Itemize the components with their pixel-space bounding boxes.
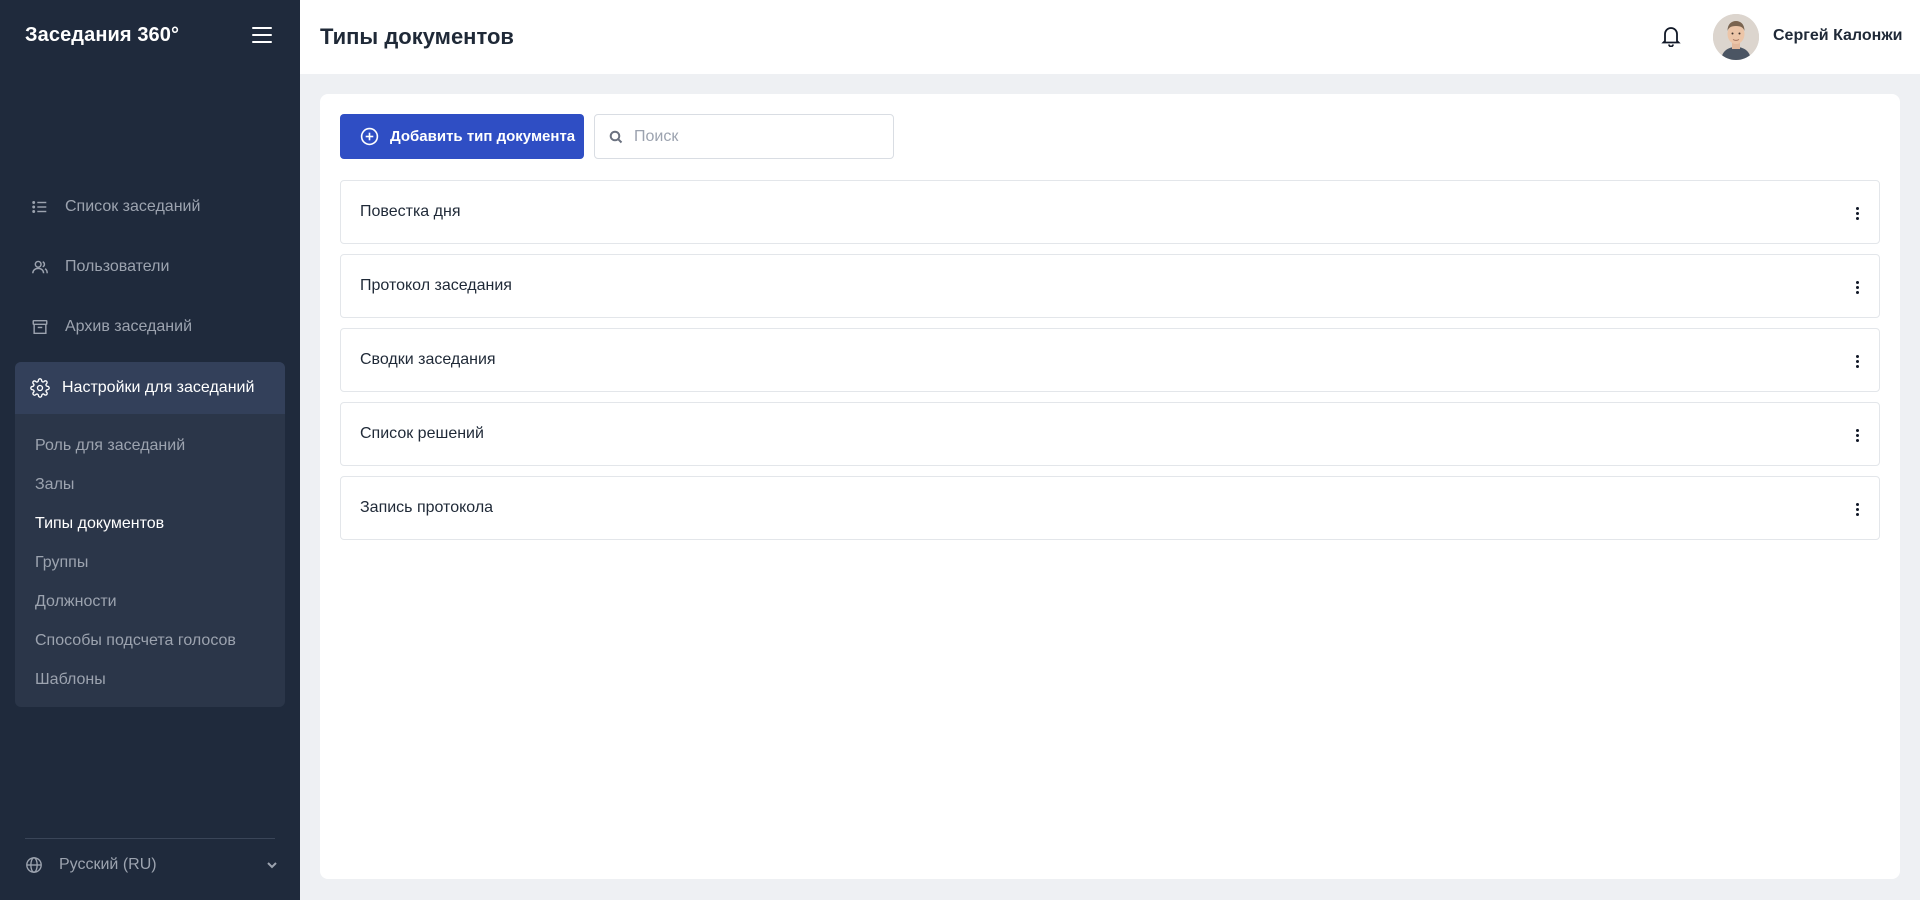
document-type-name: Повестка дня [360, 203, 461, 220]
document-type-name: Протокол заседания [360, 277, 512, 294]
page-title: Типы документов [320, 24, 514, 49]
language-selector[interactable]: Русский (RU) [25, 853, 280, 877]
settings-submenu: Роль для заседаний Залы Типы документов … [15, 426, 285, 699]
more-options-icon[interactable] [1849, 203, 1865, 223]
submenu-item-document-types[interactable]: Типы документов [15, 504, 285, 543]
search-input[interactable] [634, 127, 884, 146]
submenu-item-roles[interactable]: Роль для заседаний [15, 426, 285, 465]
sidebar-item-label: Архив заседаний [65, 318, 192, 335]
gear-icon [30, 378, 50, 398]
app-title: Заседания 360° [25, 24, 180, 46]
list-item[interactable]: Протокол заседания [340, 254, 1880, 318]
more-options-icon[interactable] [1849, 351, 1865, 371]
users-icon [30, 257, 50, 277]
chevron-down-icon [267, 862, 277, 869]
plus-circle-icon [360, 127, 379, 146]
list-item[interactable]: Список решений [340, 402, 1880, 466]
document-type-name: Сводки заседания [360, 351, 496, 368]
sidebar-divider [25, 838, 275, 839]
submenu-item-halls[interactable]: Залы [15, 465, 285, 504]
top-header: Типы документов Сергей Калонжи [300, 0, 1920, 74]
sidebar-item-users[interactable]: Пользователи [15, 242, 285, 292]
more-options-icon[interactable] [1849, 277, 1865, 297]
language-label: Русский (RU) [59, 856, 157, 873]
content-card: Добавить тип документа Повестка дня Прот… [320, 94, 1900, 879]
list-item[interactable]: Сводки заседания [340, 328, 1880, 392]
list-item[interactable]: Запись протокола [340, 476, 1880, 540]
submenu-item-templates[interactable]: Шаблоны [15, 660, 285, 699]
add-button-label: Добавить тип документа [390, 128, 576, 145]
archive-icon [30, 317, 50, 337]
add-document-type-button[interactable]: Добавить тип документа [340, 114, 584, 159]
sidebar-item-meetings[interactable]: Список заседаний [15, 182, 285, 232]
search-box [594, 114, 894, 159]
document-type-name: Список решений [360, 425, 484, 442]
menu-toggle-icon[interactable] [252, 27, 272, 43]
document-types-list: Повестка дня Протокол заседания Сводки з… [340, 180, 1880, 550]
more-options-icon[interactable] [1849, 425, 1865, 445]
submenu-item-groups[interactable]: Группы [15, 543, 285, 582]
list-item[interactable]: Повестка дня [340, 180, 1880, 244]
user-name[interactable]: Сергей Калонжи [1773, 27, 1903, 45]
search-icon [609, 130, 623, 143]
submenu-item-positions[interactable]: Должности [15, 582, 285, 621]
sidebar-item-archive[interactable]: Архив заседаний [15, 302, 285, 352]
sidebar: Заседания 360° Список заседаний Пользова… [0, 0, 300, 900]
settings-label: Настройки для заседаний [62, 379, 255, 396]
notifications-bell-icon[interactable] [1661, 25, 1681, 48]
sidebar-item-settings[interactable]: Настройки для заседаний [15, 362, 285, 414]
sidebar-item-label: Список заседаний [65, 198, 201, 215]
settings-group: Настройки для заседаний Роль для заседан… [15, 362, 285, 707]
document-type-name: Запись протокола [360, 499, 494, 516]
globe-icon [26, 857, 42, 873]
list-icon [30, 197, 50, 217]
avatar[interactable] [1713, 14, 1759, 60]
submenu-item-vote-counting[interactable]: Способы подсчета голосов [15, 621, 285, 660]
more-options-icon[interactable] [1849, 499, 1865, 519]
sidebar-item-label: Пользователи [65, 258, 170, 275]
